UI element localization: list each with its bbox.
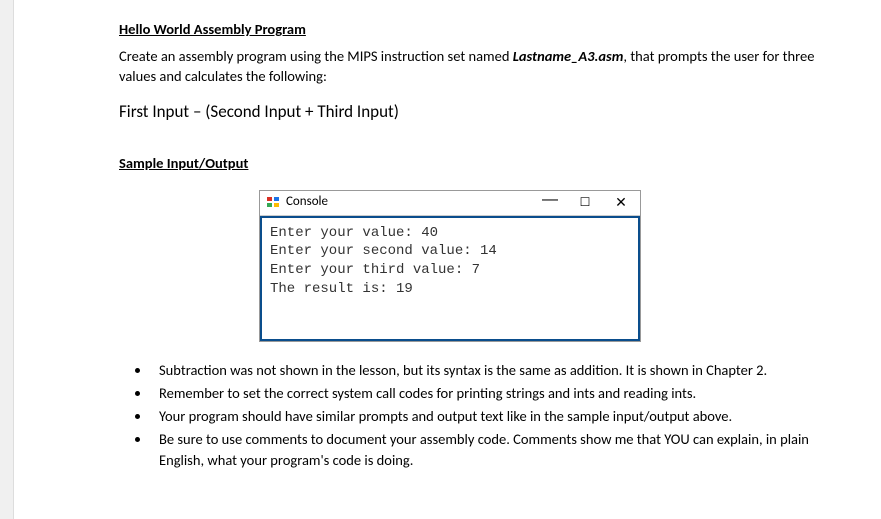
formula-text: First Input – (Second Input + Third Inpu…	[119, 101, 821, 122]
list-item: Subtraction was not shown in the lesson,…	[151, 360, 821, 381]
close-icon[interactable]: ✕	[614, 195, 628, 209]
document-page: Hello World Assembly Program Create an a…	[13, 0, 881, 519]
console-line: The result is: 19	[270, 280, 630, 299]
console-line: Enter your third value: 7	[270, 261, 630, 280]
console-window: Console — ☐ ✕ Enter your value: 40 Enter…	[259, 190, 641, 343]
console-titlebar: Console — ☐ ✕	[260, 191, 640, 216]
list-item: Remember to set the correct system call …	[151, 383, 821, 404]
filename-text: Lastname_A3.asm	[513, 47, 624, 65]
maximize-icon[interactable]: ☐	[578, 196, 592, 208]
list-item: Be sure to use comments to document your…	[151, 429, 821, 471]
window-controls: — ☐ ✕	[542, 194, 634, 210]
console-line: Enter your second value: 14	[270, 242, 630, 261]
minimize-icon[interactable]: —	[542, 192, 556, 208]
intro-paragraph: Create an assembly program using the MIP…	[119, 46, 821, 87]
intro-text-pre: Create an assembly program using the MIP…	[119, 47, 513, 65]
console-line: Enter your value: 40	[270, 224, 630, 243]
console-title-left: Console	[266, 194, 328, 209]
console-body: Enter your value: 40 Enter your second v…	[260, 216, 640, 342]
notes-list: Subtraction was not shown in the lesson,…	[123, 360, 821, 471]
sample-heading: Sample Input/Output	[119, 154, 821, 172]
console-title-text: Console	[286, 194, 328, 209]
page-left-edge	[0, 0, 14, 519]
list-item: Your program should have similar prompts…	[151, 406, 821, 427]
main-heading: Hello World Assembly Program	[119, 20, 821, 38]
console-app-icon	[266, 195, 280, 209]
